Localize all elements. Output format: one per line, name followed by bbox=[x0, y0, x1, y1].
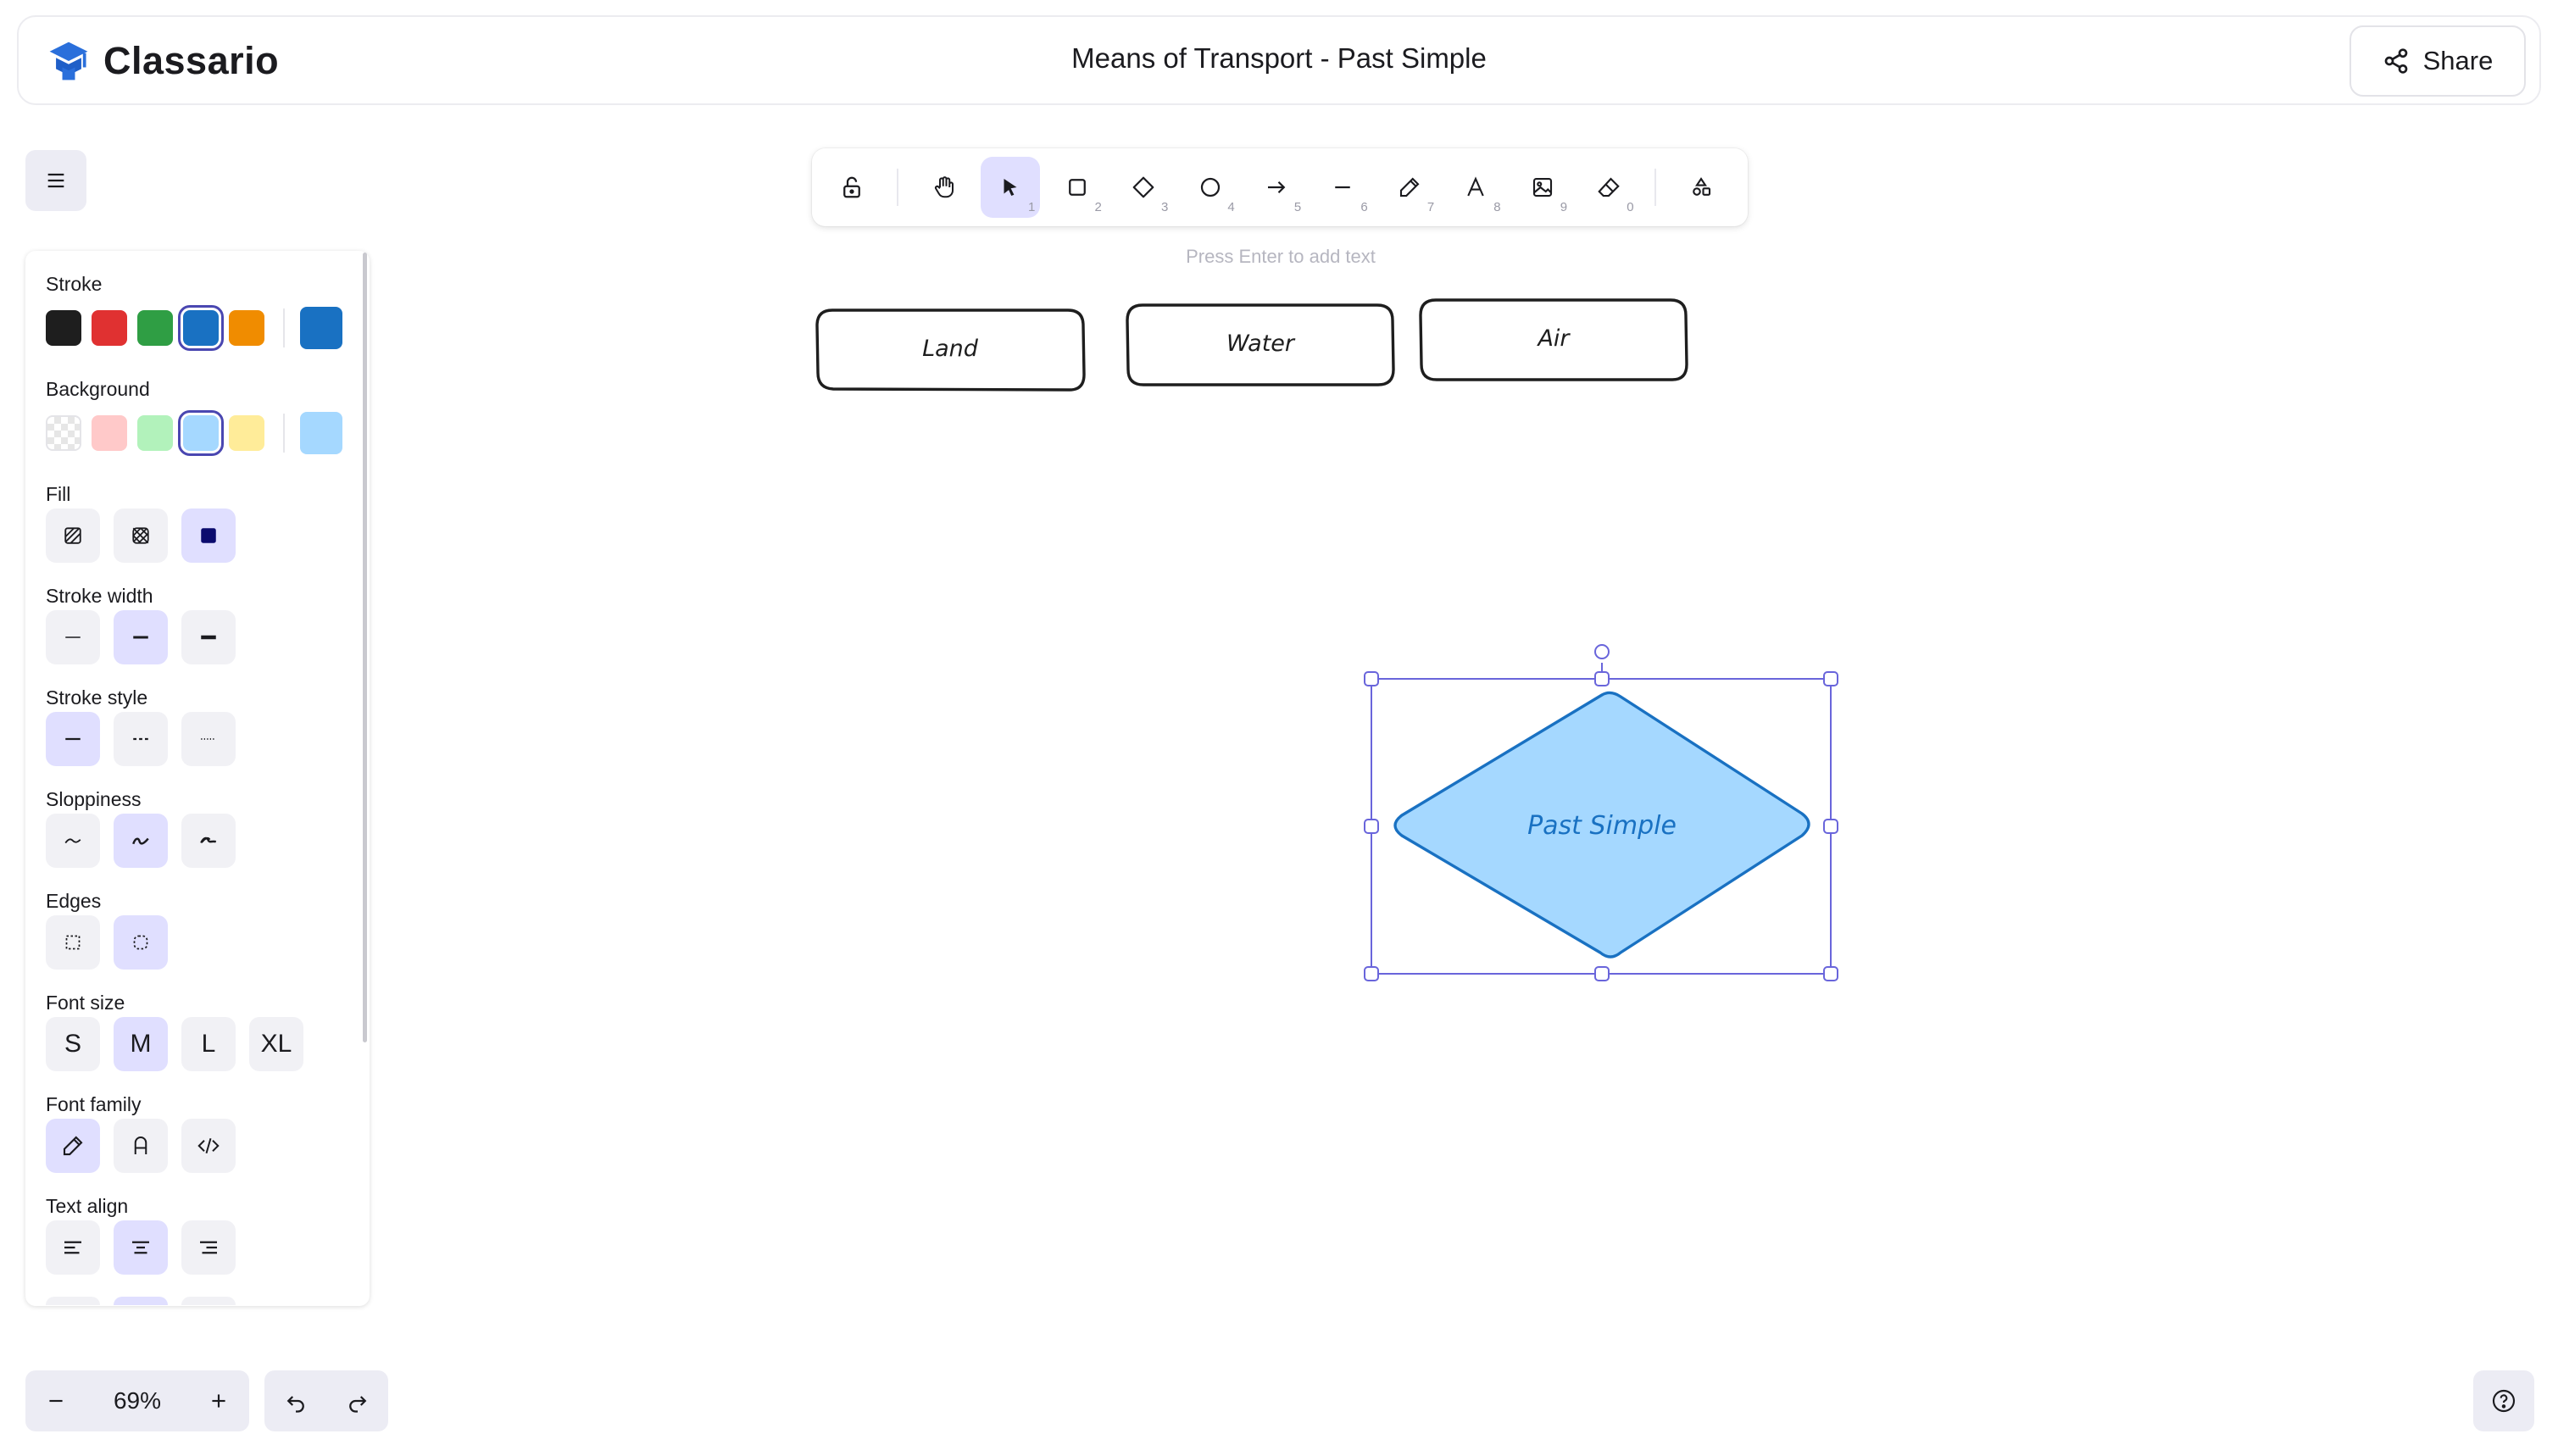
box-water[interactable]: Water bbox=[1126, 303, 1395, 386]
zoom-level[interactable]: 69% bbox=[86, 1387, 188, 1414]
plus-icon bbox=[212, 1394, 225, 1408]
history-controls bbox=[264, 1370, 388, 1431]
resize-handle[interactable] bbox=[1364, 671, 1379, 686]
resize-handle[interactable] bbox=[1823, 966, 1838, 981]
help-icon bbox=[2492, 1389, 2516, 1413]
box-water-label: Water bbox=[1226, 331, 1296, 357]
app-root: Classario Means of Transport - Past Simp… bbox=[0, 0, 2558, 1456]
resize-handle[interactable] bbox=[1364, 819, 1379, 834]
resize-handle[interactable] bbox=[1364, 966, 1379, 981]
zoom-in-button[interactable] bbox=[188, 1370, 249, 1431]
box-land-label: Land bbox=[922, 336, 979, 362]
zoom-out-button[interactable] bbox=[25, 1370, 86, 1431]
minus-icon bbox=[49, 1399, 63, 1403]
help-button[interactable] bbox=[2473, 1370, 2534, 1431]
rotation-handle[interactable] bbox=[1594, 644, 1610, 659]
diamond-past-simple[interactable]: Past Simple bbox=[1393, 691, 1810, 959]
diamond-label: Past Simple bbox=[1527, 811, 1677, 841]
undo-icon[interactable] bbox=[283, 1388, 309, 1414]
box-air[interactable]: Air bbox=[1419, 298, 1688, 381]
zoom-controls: 69% bbox=[25, 1370, 249, 1431]
box-air-label: Air bbox=[1536, 325, 1571, 352]
drawing-canvas[interactable]: Land Water Air Past Simple bbox=[0, 0, 2558, 1456]
resize-handle[interactable] bbox=[1823, 819, 1838, 834]
resize-handle[interactable] bbox=[1823, 671, 1838, 686]
resize-handle[interactable] bbox=[1594, 671, 1610, 686]
resize-handle[interactable] bbox=[1594, 966, 1610, 981]
redo-icon[interactable] bbox=[345, 1388, 370, 1414]
box-land[interactable]: Land bbox=[815, 308, 1086, 392]
